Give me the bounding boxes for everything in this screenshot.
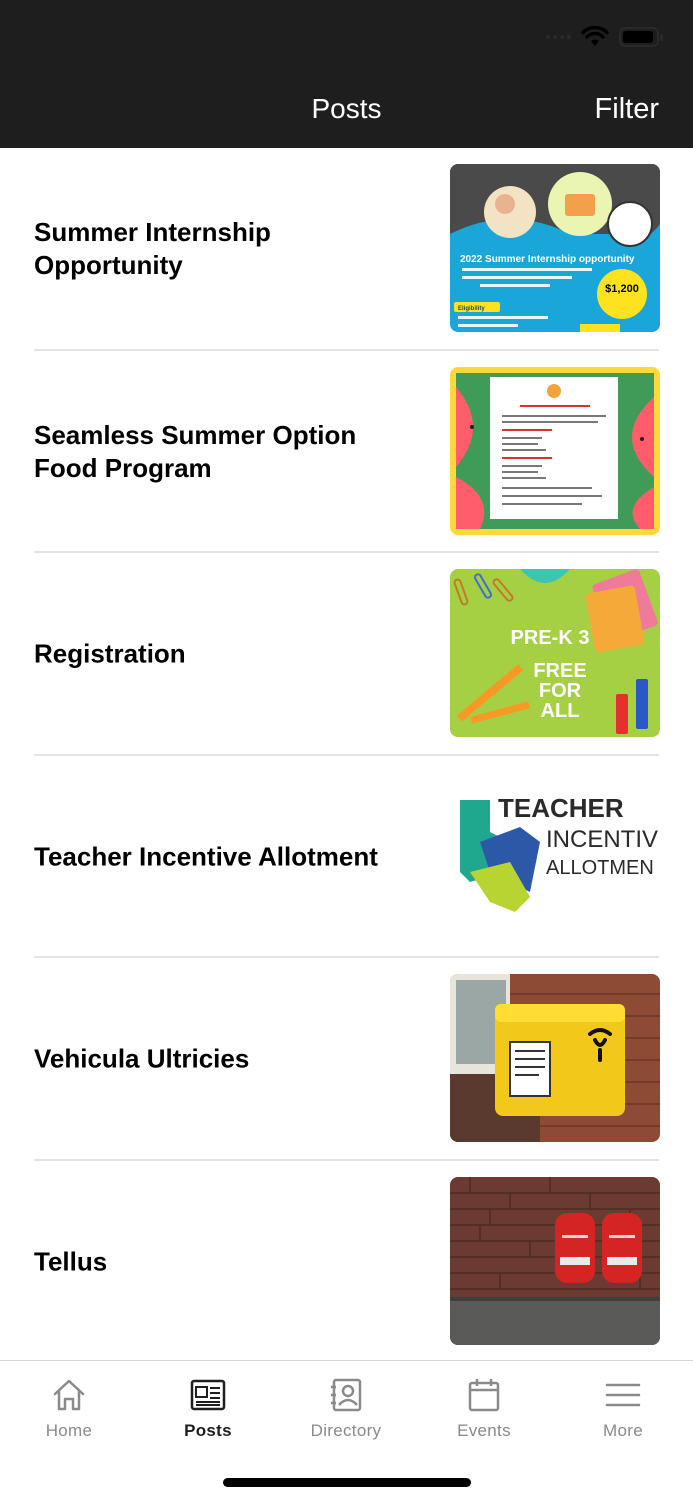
logo-line-1: TEACHER <box>498 793 624 823</box>
red-mailbox-photo <box>450 1176 660 1345</box>
post-item[interactable]: Seamless Summer Option Food Program <box>0 351 693 553</box>
battery-icon <box>619 27 663 47</box>
status-icons <box>546 26 663 48</box>
posts-list: Summer Internship Opportunity 2022 Summe… <box>0 148 693 1363</box>
post-item[interactable]: Tellus <box>0 1161 693 1364</box>
page-title: Posts <box>311 93 382 124</box>
home-indicator <box>223 1478 471 1487</box>
tab-more[interactable]: More <box>554 1377 692 1441</box>
internship-flyer-image: 2022 Summer Internship opportunity $1,20… <box>450 164 660 332</box>
post-title: Tellus <box>34 1246 108 1277</box>
tab-directory[interactable]: Directory <box>277 1377 415 1441</box>
tia-logo-image: TEACHER INCENTIV ALLOTMEN <box>450 771 660 940</box>
post-title: Seamless Summer Option Food Program <box>34 419 357 483</box>
tab-label: Events <box>457 1421 511 1440</box>
flyer-headline: 2022 Summer Internship opportunity <box>460 254 635 265</box>
tab-label: More <box>603 1421 643 1440</box>
contact-card-icon <box>331 1378 362 1412</box>
post-item[interactable]: Summer Internship Opportunity 2022 Summe… <box>0 148 693 351</box>
post-title: Registration <box>34 638 186 669</box>
watermelon-flyer-image <box>450 366 660 535</box>
flyer-line-3: FOR <box>539 680 582 702</box>
flyer-line-1: PRE-K 3 <box>511 627 590 649</box>
newspaper-icon <box>190 1379 226 1411</box>
post-title: Summer Internship Opportunity <box>34 217 271 281</box>
app-header: 12:45 Posts Filter <box>0 0 693 148</box>
post-title: Vehicula Ultricies <box>34 1043 250 1074</box>
yellow-mailbox-photo <box>450 974 660 1142</box>
signal-icon <box>546 35 571 39</box>
tab-posts[interactable]: Posts <box>139 1377 277 1441</box>
tab-label: Directory <box>310 1421 382 1440</box>
menu-icon <box>605 1383 641 1407</box>
flyer-line-2: FREE <box>533 660 586 682</box>
wifi-icon <box>581 26 609 46</box>
flyer-price: $1,200 <box>605 283 639 295</box>
tab-label: Home <box>45 1421 93 1440</box>
prek-flyer-image: PRE-K 3 FREE FOR ALL <box>450 569 660 737</box>
filter-button[interactable]: Filter <box>595 93 659 126</box>
post-item[interactable]: Teacher Incentive Allotment TEACHER INCE… <box>0 756 693 958</box>
post-item[interactable]: Vehicula Ultricies <box>0 958 693 1161</box>
flyer-eligibility: Eligibility <box>458 306 485 312</box>
tab-home[interactable]: Home <box>0 1377 138 1441</box>
logo-line-3: ALLOTMEN <box>546 857 654 879</box>
post-title: Teacher Incentive Allotment <box>34 841 378 872</box>
status-time: 12:45 <box>60 22 137 53</box>
tab-events[interactable]: Events <box>415 1377 553 1441</box>
calendar-icon <box>468 1379 500 1412</box>
home-icon <box>53 1379 85 1411</box>
tab-label: Posts <box>184 1421 232 1440</box>
flyer-line-4: ALL <box>541 700 580 722</box>
post-item[interactable]: Registration PRE-K 3 FREE FOR ALL <box>0 553 693 756</box>
logo-line-2: INCENTIV <box>546 826 658 853</box>
